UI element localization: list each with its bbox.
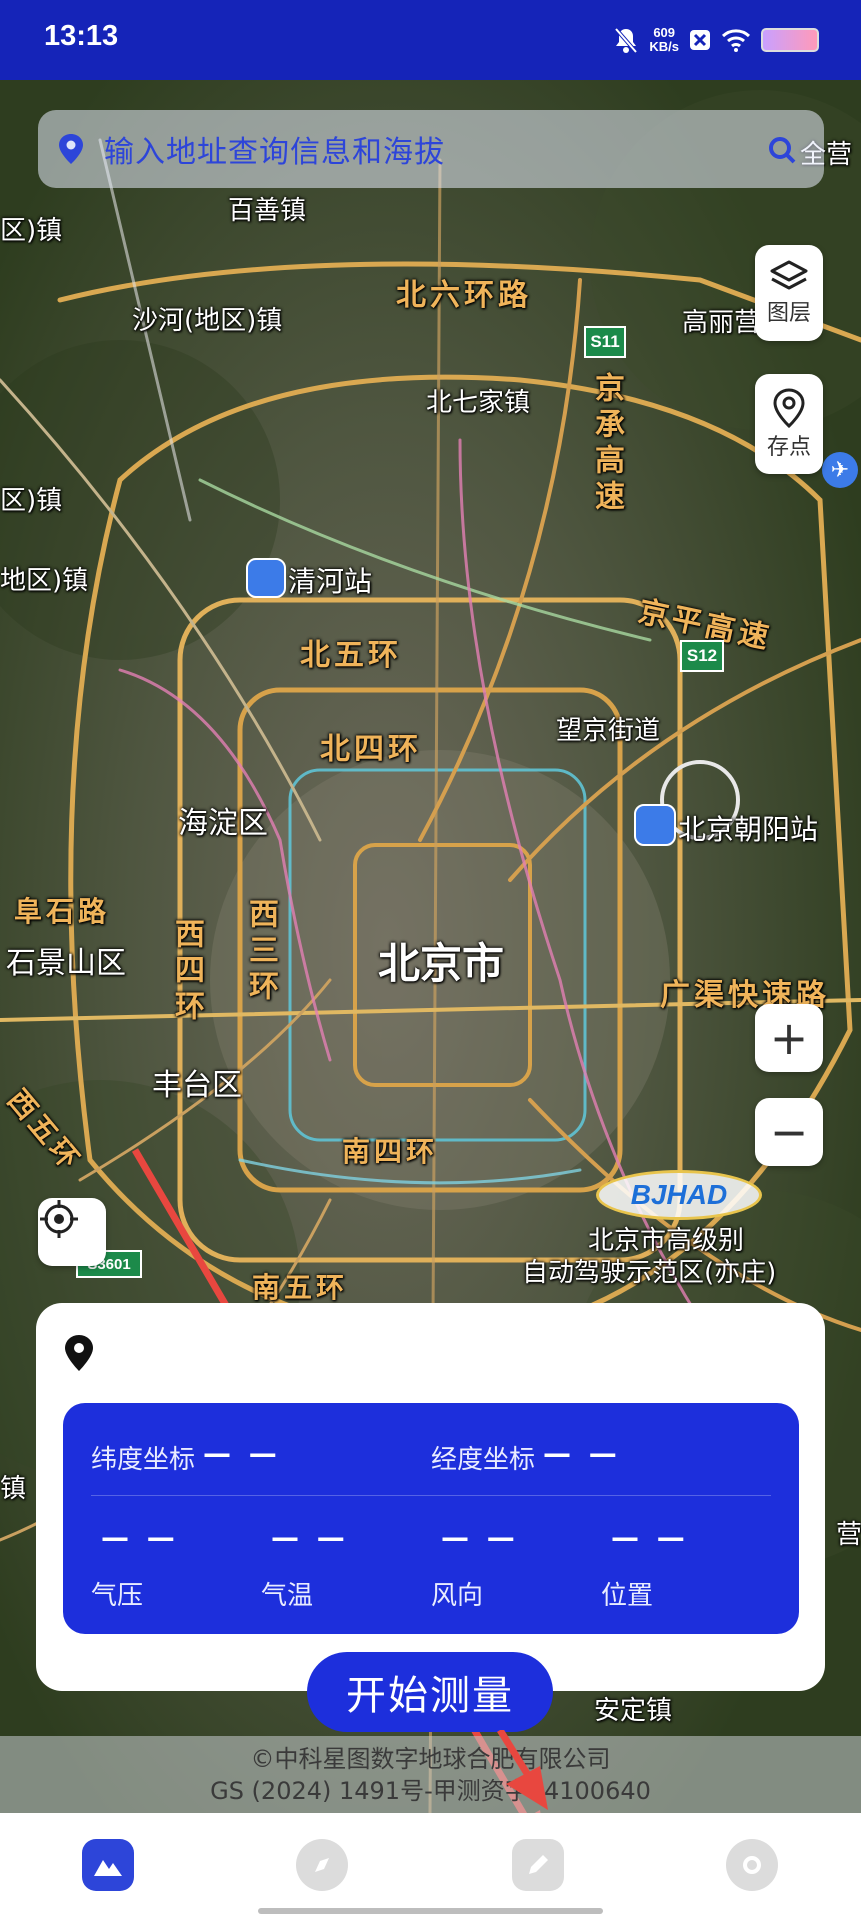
map-label-beiqijia: 北七家镇 (426, 388, 531, 418)
map-label-qinghe-station: 清河站 (288, 565, 373, 598)
map-label-chaoyang-station: 北京朝阳站 (678, 813, 819, 846)
map-label-wangjing: 望京街道 (556, 716, 661, 746)
temperature-value: — — (271, 1521, 349, 1554)
map-tab-icon[interactable] (82, 1839, 134, 1891)
map-label-bjhad-2: 自动驾驶示范区(亦庄) (522, 1258, 777, 1288)
battery-icon (761, 28, 819, 52)
wind-value: — — (441, 1521, 519, 1554)
map-label-anding: 安定镇 (594, 1696, 673, 1726)
map-label-south-5th-ring: 南五环 (252, 1271, 349, 1304)
search-input[interactable]: 输入地址查询信息和海拔 (104, 127, 445, 171)
latitude-value: — — (203, 1437, 281, 1470)
status-time: 13:13 (44, 20, 119, 52)
position-value: — — (611, 1521, 689, 1554)
map-label-fushi-road: 阜石路 (14, 895, 111, 928)
latitude-label: 纬度坐标 (91, 1445, 196, 1475)
map-label-south-4th-ring: 南四环 (342, 1135, 439, 1168)
map-label-baishan: 百善镇 (228, 196, 307, 226)
wind-label: 风向 (431, 1581, 484, 1611)
map-label-north-6th-ring: 北六环路 (396, 278, 532, 313)
zoom-out-button[interactable]: − (755, 1098, 823, 1166)
pressure-value: — — (101, 1521, 179, 1554)
longitude-label: 经度坐标 (431, 1445, 536, 1475)
map-label-west-4th-ring: 西四环 (169, 918, 204, 1026)
settings-tab-icon[interactable] (726, 1839, 778, 1891)
map-label-fengtai: 丰台区 (152, 1068, 242, 1103)
map-label-ying-right: 营 (836, 1520, 861, 1550)
home-indicator[interactable] (258, 1908, 603, 1914)
location-pin-icon (65, 1335, 93, 1371)
divider (91, 1495, 771, 1496)
search-icon[interactable] (768, 136, 796, 164)
station-icon (246, 558, 286, 598)
layers-label: 图层 (766, 301, 811, 326)
map-label-zhen-1: 区)镇 (0, 216, 63, 246)
annotation-arrow-tip (497, 1730, 548, 1810)
wifi-icon (721, 29, 751, 52)
map-label-shijingshan: 石景山区 (6, 946, 126, 981)
map-label-beijing: 北京市 (378, 939, 505, 988)
start-measure-button[interactable]: 开始测量 (307, 1652, 553, 1732)
status-icons: 609 KB/s (613, 22, 819, 58)
map-label-zhen-3: 地区)镇 (0, 566, 89, 596)
position-label: 位置 (601, 1581, 654, 1611)
bjhad-logo: BJHAD (596, 1170, 762, 1220)
map-label-north-5th-ring: 北五环 (300, 638, 402, 673)
airport-icon: ✈ (822, 452, 858, 488)
crosshair-icon (40, 1200, 78, 1238)
map-label-zhen-2: 区)镇 (0, 486, 63, 516)
map-label-gaoli: 高丽营 (682, 308, 761, 338)
zoom-in-button[interactable]: + (755, 1004, 823, 1072)
map-label-west-3rd-ring: 西三环 (243, 898, 278, 1006)
bottom-navigation (0, 1813, 861, 1920)
map-label-zhen-left: 镇 (0, 1474, 27, 1504)
status-bar: 13:13 609 KB/s (0, 0, 861, 80)
map-label-jingcheng: 京承高速 (589, 372, 624, 516)
edit-tab-icon[interactable] (512, 1839, 564, 1891)
location-pin-icon (59, 134, 83, 164)
info-card: 纬度坐标 — — 经度坐标 — — — — 气压 — — 气温 — — 风向 —… (36, 1303, 825, 1691)
locate-button[interactable] (38, 1198, 106, 1266)
save-point-label: 存点 (766, 435, 811, 460)
map-pin-icon (773, 388, 805, 429)
measurement-panel: 纬度坐标 — — 经度坐标 — — — — 气压 — — 气温 — — 风向 —… (63, 1403, 799, 1634)
highway-shield-s12: S12 (680, 640, 724, 672)
search-bar[interactable]: 输入地址查询信息和海拔 (38, 110, 824, 188)
map-label-shahe: 沙河(地区)镇 (132, 306, 283, 336)
layers-icon (770, 260, 808, 290)
compass-tab-icon[interactable] (296, 1839, 348, 1891)
mute-bell-icon (614, 27, 638, 54)
longitude-value: — — (543, 1437, 621, 1470)
pressure-label: 气压 (91, 1581, 144, 1611)
save-point-button[interactable]: 存点 (755, 374, 823, 474)
map-label-haidian: 海淀区 (178, 806, 268, 841)
map-label-north-4th-ring: 北四环 (320, 732, 422, 767)
temperature-label: 气温 (261, 1581, 314, 1611)
layers-button[interactable]: 图层 (755, 245, 823, 341)
station-icon (634, 804, 676, 846)
close-box-icon (690, 30, 710, 50)
net-speed: 609 KB/s (649, 25, 679, 54)
highway-shield-s11: S11 (584, 326, 626, 358)
